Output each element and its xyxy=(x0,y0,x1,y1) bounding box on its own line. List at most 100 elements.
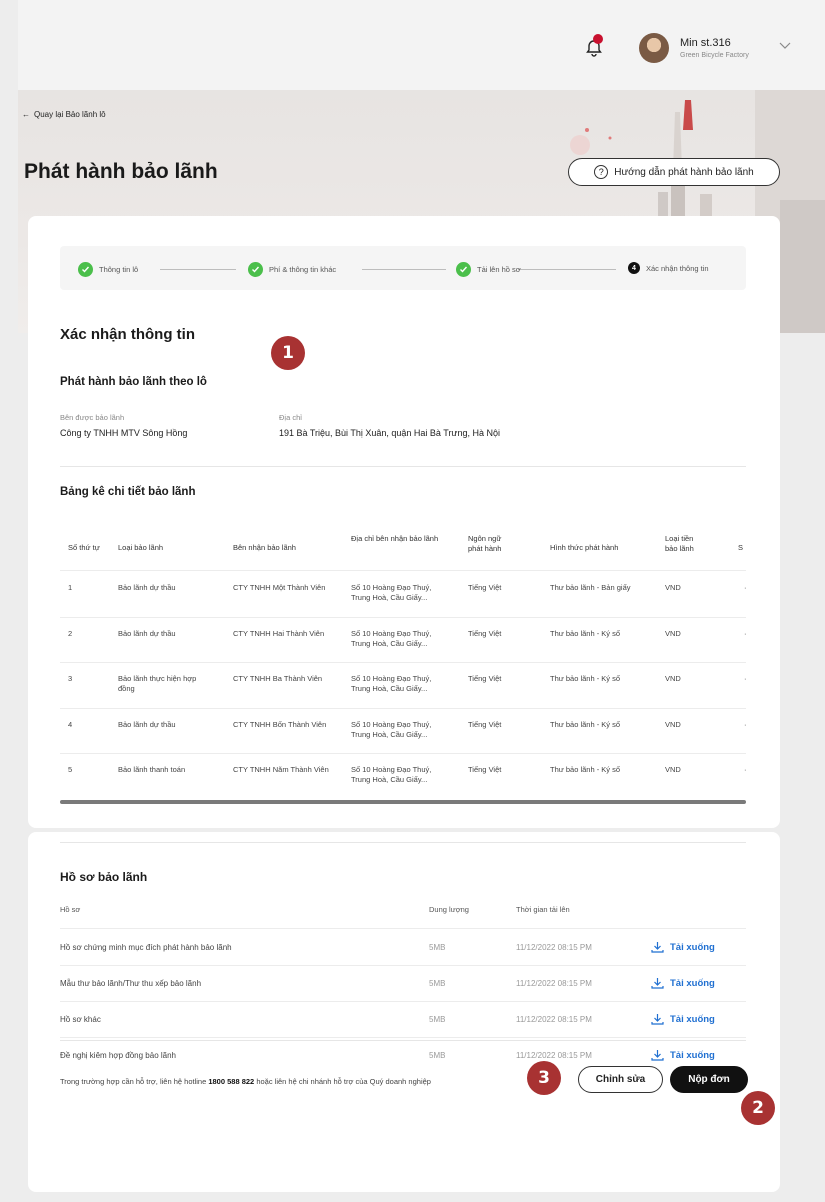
row-divider xyxy=(60,1001,746,1002)
table-cell: Thư bảo lãnh - Ký số xyxy=(550,765,621,774)
section-title: Xác nhận thông tin xyxy=(60,326,195,343)
table-cell: Thư bảo lãnh - Ký số xyxy=(550,674,621,683)
guide-button[interactable]: ? Hướng dẫn phát hành bảo lãnh xyxy=(568,158,780,186)
table-header: Ngôn ngữ phát hành xyxy=(468,534,502,553)
divider xyxy=(60,1040,746,1041)
step-2: Phí & thông tin khác xyxy=(248,262,336,277)
table-cell: · xyxy=(744,674,747,683)
download-icon xyxy=(651,942,664,953)
step-1: Thông tin lô xyxy=(78,262,138,277)
subsection-title: Phát hành bảo lãnh theo lô xyxy=(60,376,207,388)
table-cell: 2 xyxy=(68,628,73,638)
doc-header-size: Dung lượng xyxy=(429,905,469,914)
check-circle-icon xyxy=(78,262,93,277)
back-link-label: Quay lại Bảo lãnh lô xyxy=(34,110,106,119)
table-cell: CTY TNHH Bốn Thành Viên xyxy=(233,719,327,729)
table-cell: 5 xyxy=(68,765,73,774)
step-number: 4 xyxy=(628,262,640,274)
documents-title: Hồ sơ bảo lãnh xyxy=(60,870,148,884)
download-label: Tải xuống xyxy=(670,1049,715,1061)
table-cell: · xyxy=(744,628,747,638)
doc-time: 11/12/2022 08:15 PM xyxy=(516,979,592,988)
step-connector xyxy=(160,269,236,270)
beneficiary-value: Công ty TNHH MTV Sông Hồng xyxy=(60,428,188,438)
support-note-prefix: Trong trường hợp cần hỗ trợ, liên hệ hot… xyxy=(60,1077,207,1086)
table-cell: · xyxy=(744,765,747,774)
doc-size: 5MB xyxy=(429,1051,446,1060)
row-divider xyxy=(60,1037,746,1038)
table-cell: Số 10 Hoàng Đạo Thuý, Trung Hoà, Cầu Giấ… xyxy=(351,583,432,602)
row-divider xyxy=(60,928,746,929)
step-label: Thông tin lô xyxy=(99,265,139,274)
annotation-marker-1: 1 xyxy=(271,336,305,370)
row-divider xyxy=(60,662,746,663)
download-link[interactable]: Tải xuống xyxy=(651,1013,715,1025)
table-cell: Số 10 Hoàng Đạo Thuý, Trung Hoà, Cầu Giấ… xyxy=(351,719,432,739)
table-cell: Số 10 Hoàng Đạo Thuý, Trung Hoà, Cầu Giấ… xyxy=(351,765,432,784)
hotline-number[interactable]: 1800 588 822 xyxy=(208,1077,254,1086)
page-title: Phát hành bảo lãnh xyxy=(24,160,218,183)
row-divider xyxy=(60,570,746,571)
table-cell: VND xyxy=(665,674,681,683)
back-link[interactable]: ← Quay lại Bảo lãnh lô xyxy=(22,110,106,119)
doc-name: Đề nghị kiêm hợp đồng bảo lãnh xyxy=(60,1051,176,1060)
table-cell: Bảo lãnh thực hiện hợp đồng xyxy=(118,674,197,693)
step-4: 4 Xác nhận thông tin xyxy=(628,262,709,274)
detail-table-title: Bảng kê chi tiết bảo lãnh xyxy=(60,486,196,498)
question-circle-icon: ? xyxy=(594,165,609,179)
doc-name: Hồ sơ chứng minh mục đích phát hành bảo … xyxy=(60,943,232,952)
submit-button[interactable]: Nộp đơn xyxy=(670,1066,748,1093)
doc-time: 11/12/2022 08:15 PM xyxy=(516,943,592,952)
documents-card xyxy=(28,832,780,1192)
table-cell: · xyxy=(744,719,747,729)
download-link[interactable]: Tải xuống xyxy=(651,941,715,953)
table-cell: Thư bảo lãnh - Ký số xyxy=(550,719,621,729)
edit-button[interactable]: Chỉnh sửa xyxy=(578,1066,663,1093)
download-link[interactable]: Tải xuống xyxy=(651,1049,715,1061)
doc-time: 11/12/2022 08:15 PM xyxy=(516,1015,592,1024)
step-label: Phí & thông tin khác xyxy=(269,265,337,274)
table-cell: Bảo lãnh dự thầu xyxy=(118,719,176,729)
table-cell: Bảo lãnh dự thầu xyxy=(118,628,176,638)
step-connector xyxy=(362,269,446,270)
doc-header-time: Thời gian tải lên xyxy=(516,905,570,914)
table-cell: CTY TNHH Ba Thành Viên xyxy=(233,674,323,683)
support-note: Trong trường hợp cần hỗ trợ, liên hệ hot… xyxy=(60,1077,431,1086)
chevron-down-icon[interactable] xyxy=(779,42,791,50)
doc-size: 5MB xyxy=(429,1015,446,1024)
avatar[interactable] xyxy=(639,33,669,63)
table-cell: Số 10 Hoàng Đạo Thuý, Trung Hoà, Cầu Giấ… xyxy=(351,628,432,648)
table-cell: VND xyxy=(665,583,681,592)
table-cell: CTY TNHH Hai Thành Viên xyxy=(233,628,325,638)
address-label: Địa chỉ xyxy=(279,413,302,422)
table-cell: Tiếng Việt xyxy=(468,674,502,683)
table-cell: CTY TNHH Năm Thành Viên xyxy=(233,765,329,774)
table-header: Số thứ tự xyxy=(68,543,100,552)
doc-name: Mẫu thư bảo lãnh/Thư thu xếp bảo lãnh xyxy=(60,979,202,988)
step-3: Tải lên hồ sơ xyxy=(456,262,521,277)
table-header: S xyxy=(738,543,744,552)
support-note-suffix: hoặc liên hệ chi nhánh hỗ trợ của Quý do… xyxy=(256,1077,431,1086)
table-cell: VND xyxy=(665,765,681,774)
table-header: Địa chỉ bên nhận bảo lãnh xyxy=(351,534,439,543)
horizontal-scrollbar[interactable] xyxy=(60,800,746,804)
table-cell: Thư bảo lãnh - Ký số xyxy=(550,628,621,638)
table-cell: CTY TNHH Một Thành Viên xyxy=(233,583,326,592)
divider xyxy=(60,842,746,843)
doc-header-name: Hồ sơ xyxy=(60,905,81,914)
table-header: Hình thức phát hành xyxy=(550,543,619,552)
beneficiary-label: Bên được bảo lãnh xyxy=(60,413,125,422)
notification-badge xyxy=(593,34,603,44)
download-icon xyxy=(651,1014,664,1025)
check-circle-icon xyxy=(248,262,263,277)
table-cell: VND xyxy=(665,628,681,638)
check-circle-icon xyxy=(456,262,471,277)
table-header: Loại tiền bảo lãnh xyxy=(665,534,694,553)
table-cell: Bảo lãnh dự thầu xyxy=(118,583,176,592)
step-label: Tải lên hồ sơ xyxy=(477,265,521,274)
table-cell: Thư bảo lãnh - Bản giấy xyxy=(550,583,631,592)
download-link[interactable]: Tải xuống xyxy=(651,977,715,989)
address-value: 191 Bà Triệu, Bùi Thị Xuân, quận Hai Bà … xyxy=(279,428,500,438)
table-cell: 4 xyxy=(68,719,73,729)
table-cell: Tiếng Việt xyxy=(468,719,502,729)
